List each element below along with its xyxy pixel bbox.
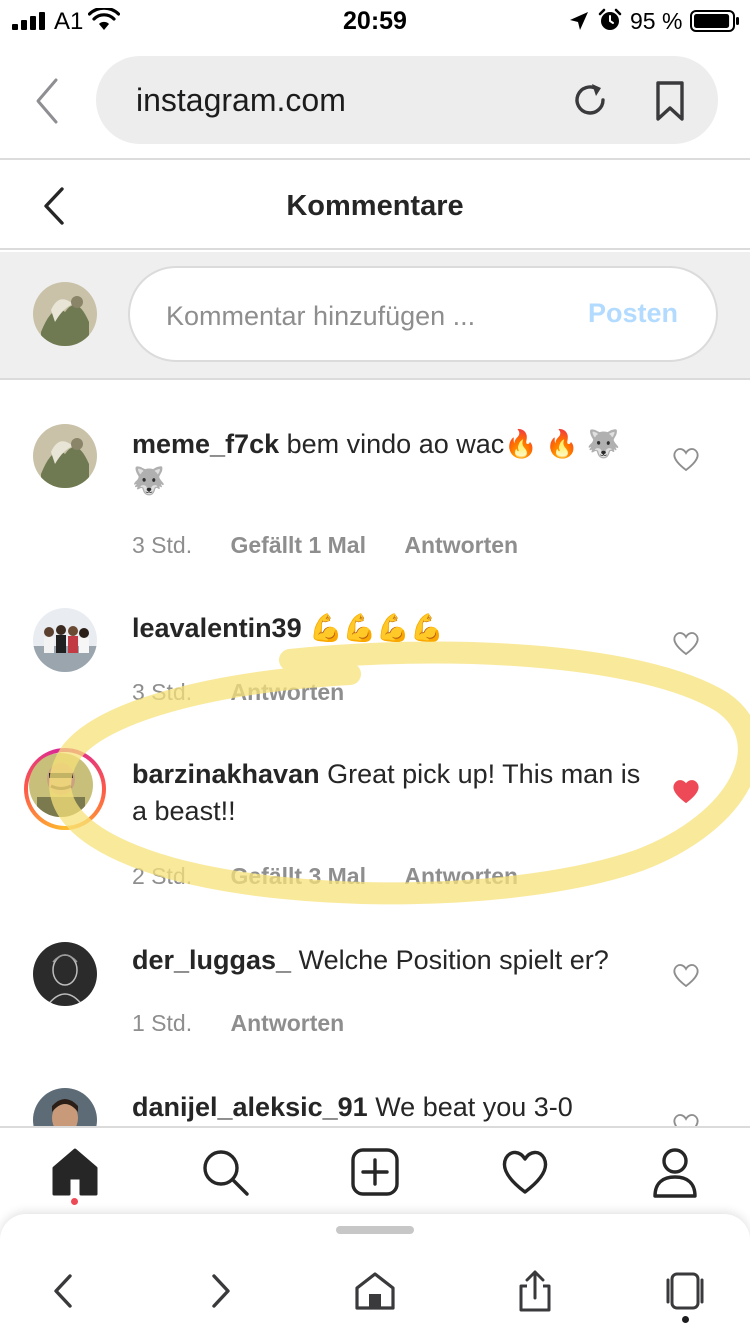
comment-meta: 1 Std. Antworten [132,1010,376,1037]
comment-meta: 3 Std. Antworten [132,679,376,706]
profile-icon[interactable] [650,1146,700,1198]
comment-text: der_luggas_ Welche Position spielt er? [132,942,652,979]
comment-username[interactable]: barzinakhavan [132,759,320,789]
comment-input-box[interactable]: Posten [128,266,718,362]
notification-dot [71,1198,78,1205]
comment-username[interactable]: meme_f7ck [132,429,279,459]
avatar [29,753,93,817]
share-icon[interactable] [514,1270,556,1312]
like-heart-icon[interactable] [672,630,700,656]
comment-meta: 2 Std. Gefällt 3 Mal Antworten [132,863,550,890]
comment-input[interactable] [166,298,566,334]
my-avatar [33,282,97,346]
comment-message: 💪💪💪💪 [309,613,444,643]
comment-time: 2 Std. [132,863,193,889]
comment-text: danijel_aleksic_91 We beat you 3-0 [132,1089,652,1126]
post-button[interactable]: Posten [588,298,678,329]
like-heart-icon[interactable] [672,1112,700,1126]
liked-heart-icon[interactable] [672,778,700,804]
comment-item: barzinakhavan Great pick up! This man is… [0,732,750,932]
home-icon[interactable] [50,1146,100,1198]
comment-likes[interactable]: Gefällt 1 Mal [231,532,366,558]
activity-heart-icon[interactable] [500,1146,550,1198]
location-arrow-icon [570,12,588,30]
browser-back-icon[interactable] [30,74,64,128]
comment-text: meme_f7ck bem vindo ao wac🔥 🔥 🐺 🐺 [132,426,652,500]
url-text: instagram.com [136,82,346,118]
search-icon[interactable] [200,1146,250,1198]
reply-button[interactable]: Antworten [231,679,345,705]
home-icon[interactable] [354,1270,396,1312]
comments-header: Kommentare [0,162,750,250]
status-bar: A1 20:59 95 % [0,0,750,44]
comment-item: der_luggas_ Welche Position spielt er? 1… [0,932,750,1082]
comment-time: 1 Std. [132,1010,193,1036]
sheet-grabber[interactable] [336,1226,414,1234]
comment-item: danijel_aleksic_91 We beat you 3-0 [0,1082,750,1126]
comment-time: 3 Std. [132,532,193,558]
reply-button[interactable]: Antworten [404,863,518,889]
comment-time: 3 Std. [132,679,193,705]
reply-button[interactable]: Antworten [231,1010,345,1036]
instagram-tab-bar [0,1126,750,1218]
browser-address-bar: instagram.com [0,44,750,160]
url-field[interactable]: instagram.com [96,56,718,144]
bookmark-icon[interactable] [652,80,688,122]
page-indicator-dot [682,1316,689,1323]
add-comment-bar: Posten [0,252,750,380]
back-icon[interactable] [44,1270,86,1312]
new-post-icon[interactable] [350,1146,400,1198]
reload-icon[interactable] [570,80,610,120]
tabs-icon[interactable] [664,1270,706,1312]
comment-message: We beat you 3-0 [375,1092,573,1122]
comment-item: meme_f7ck bem vindo ao wac🔥 🔥 🐺 🐺 3 Std.… [0,382,750,582]
like-heart-icon[interactable] [672,962,700,988]
comment-username[interactable]: danijel_aleksic_91 [132,1092,368,1122]
alarm-clock-icon [598,8,622,30]
comment-list[interactable]: meme_f7ck bem vindo ao wac🔥 🔥 🐺 🐺 3 Std.… [0,382,750,1126]
avatar[interactable] [33,1088,97,1126]
avatar[interactable] [33,942,97,1006]
comment-text: barzinakhavan Great pick up! This man is… [132,756,652,830]
comment-message: Welche Position spielt er? [298,945,609,975]
comment-likes[interactable]: Gefällt 3 Mal [231,863,366,889]
comment-username[interactable]: der_luggas_ [132,945,291,975]
comment-meta: 3 Std. Gefällt 1 Mal Antworten [132,532,550,559]
comment-text: leavalentin39 💪💪💪💪 [132,610,652,647]
page-title: Kommentare [286,190,464,222]
reply-button[interactable]: Antworten [404,532,518,558]
avatar[interactable] [33,608,97,672]
like-heart-icon[interactable] [672,446,700,472]
story-ring-avatar[interactable] [24,748,106,830]
battery-percent: 95 % [630,8,683,34]
comment-username[interactable]: leavalentin39 [132,613,302,643]
safari-toolbar [0,1214,750,1334]
comment-item: leavalentin39 💪💪💪💪 3 Std. Antworten [0,582,750,732]
forward-icon[interactable] [198,1270,240,1312]
avatar[interactable] [33,424,97,488]
battery-icon [690,10,739,32]
